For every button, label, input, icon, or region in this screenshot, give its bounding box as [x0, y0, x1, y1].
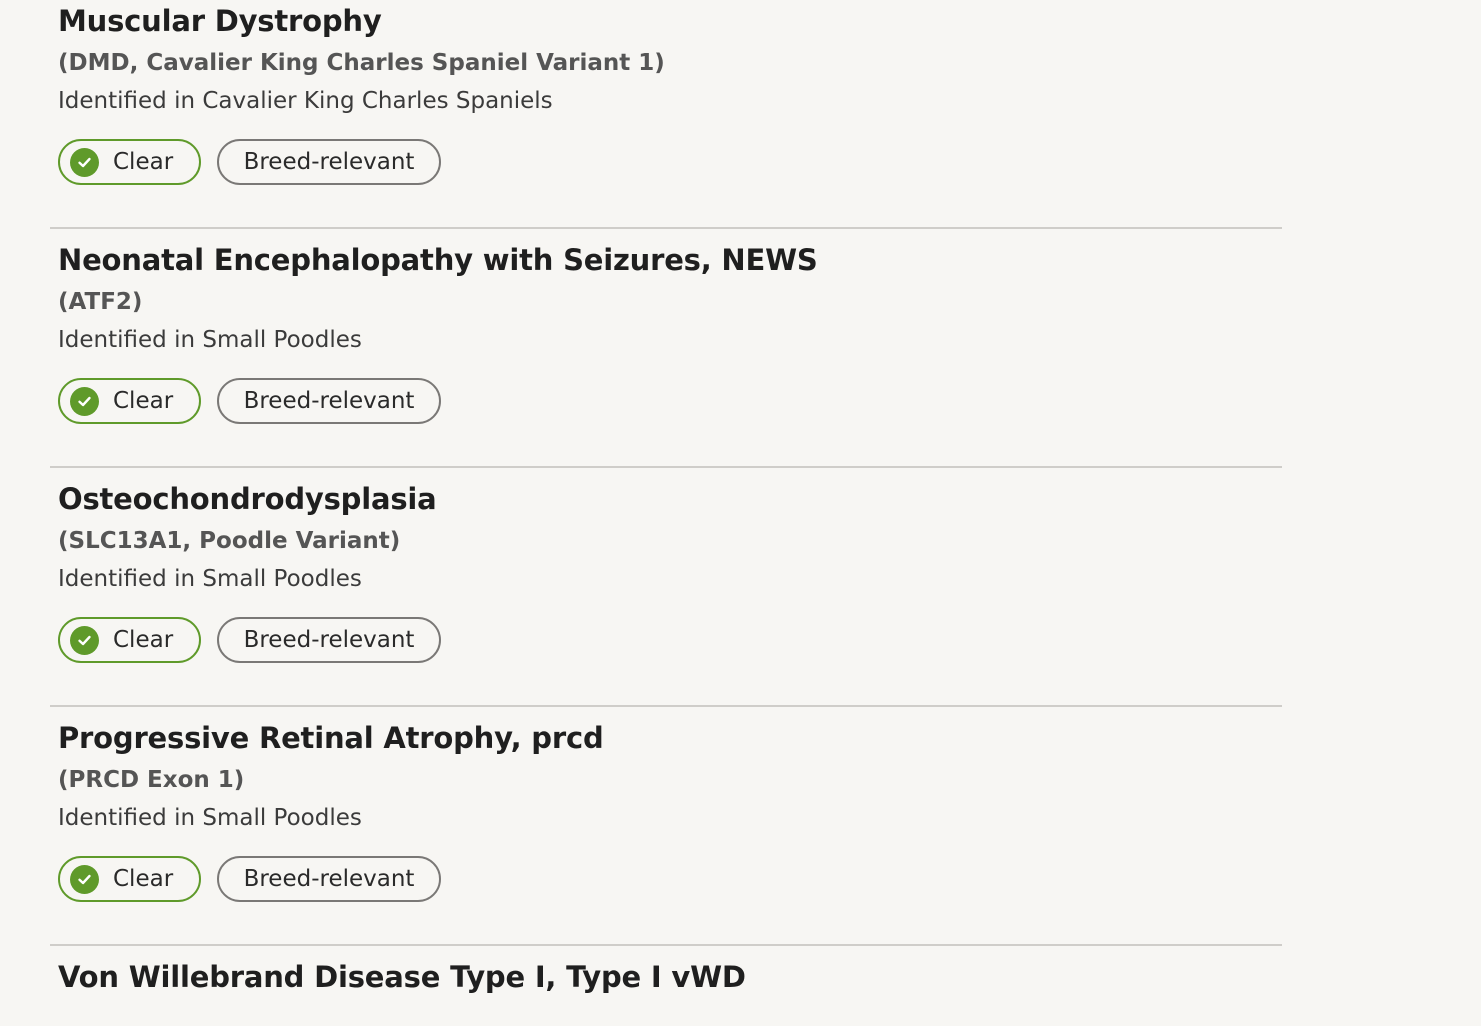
status-label: Clear — [113, 388, 174, 414]
status-clear-badge: Clear — [58, 378, 201, 424]
breed-relevant-badge: Breed-relevant — [217, 139, 441, 185]
condition-title: Muscular Dystrophy — [58, 4, 382, 38]
breed-relevant-badge: Breed-relevant — [217, 378, 441, 424]
condition-item: Neonatal Encephalopathy with Seizures, N… — [50, 229, 1282, 468]
condition-item: Muscular Dystrophy (DMD, Cavalier King C… — [50, 0, 1282, 229]
condition-item: Osteochondrodysplasia (SLC13A1, Poodle V… — [50, 468, 1282, 707]
condition-identified-in: Identified in Small Poodles — [58, 327, 362, 353]
status-clear-badge: Clear — [58, 139, 201, 185]
condition-list: Muscular Dystrophy (DMD, Cavalier King C… — [0, 0, 1481, 1026]
check-circle-icon — [70, 625, 99, 655]
condition-title: Osteochondrodysplasia — [58, 482, 437, 516]
check-circle-icon — [70, 147, 99, 177]
condition-identified-in: Identified in Small Poodles — [58, 805, 362, 831]
status-clear-badge: Clear — [58, 856, 201, 902]
check-circle-icon — [70, 386, 99, 416]
condition-tags: Clear Breed-relevant — [58, 856, 441, 902]
breed-relevant-badge: Breed-relevant — [217, 617, 441, 663]
condition-tags: Clear Breed-relevant — [58, 617, 441, 663]
condition-title: Von Willebrand Disease Type I, Type I vW… — [58, 960, 746, 994]
condition-gene: (PRCD Exon 1) — [58, 767, 245, 793]
check-circle-icon — [70, 864, 99, 894]
condition-gene: (ATF2) — [58, 289, 143, 315]
condition-tags: Clear Breed-relevant — [58, 139, 441, 185]
condition-title: Progressive Retinal Atrophy, prcd — [58, 721, 604, 755]
breed-relevant-badge: Breed-relevant — [217, 856, 441, 902]
condition-tags: Clear Breed-relevant — [58, 378, 441, 424]
status-label: Clear — [113, 149, 174, 175]
condition-title: Neonatal Encephalopathy with Seizures, N… — [58, 243, 818, 277]
status-clear-badge: Clear — [58, 617, 201, 663]
condition-gene: (DMD, Cavalier King Charles Spaniel Vari… — [58, 50, 665, 76]
status-label: Clear — [113, 866, 174, 892]
status-label: Clear — [113, 627, 174, 653]
condition-item: Progressive Retinal Atrophy, prcd (PRCD … — [50, 707, 1282, 946]
condition-identified-in: Identified in Cavalier King Charles Span… — [58, 88, 553, 114]
condition-identified-in: Identified in Small Poodles — [58, 566, 362, 592]
condition-gene: (SLC13A1, Poodle Variant) — [58, 528, 401, 554]
condition-item: Von Willebrand Disease Type I, Type I vW… — [50, 946, 1282, 1026]
